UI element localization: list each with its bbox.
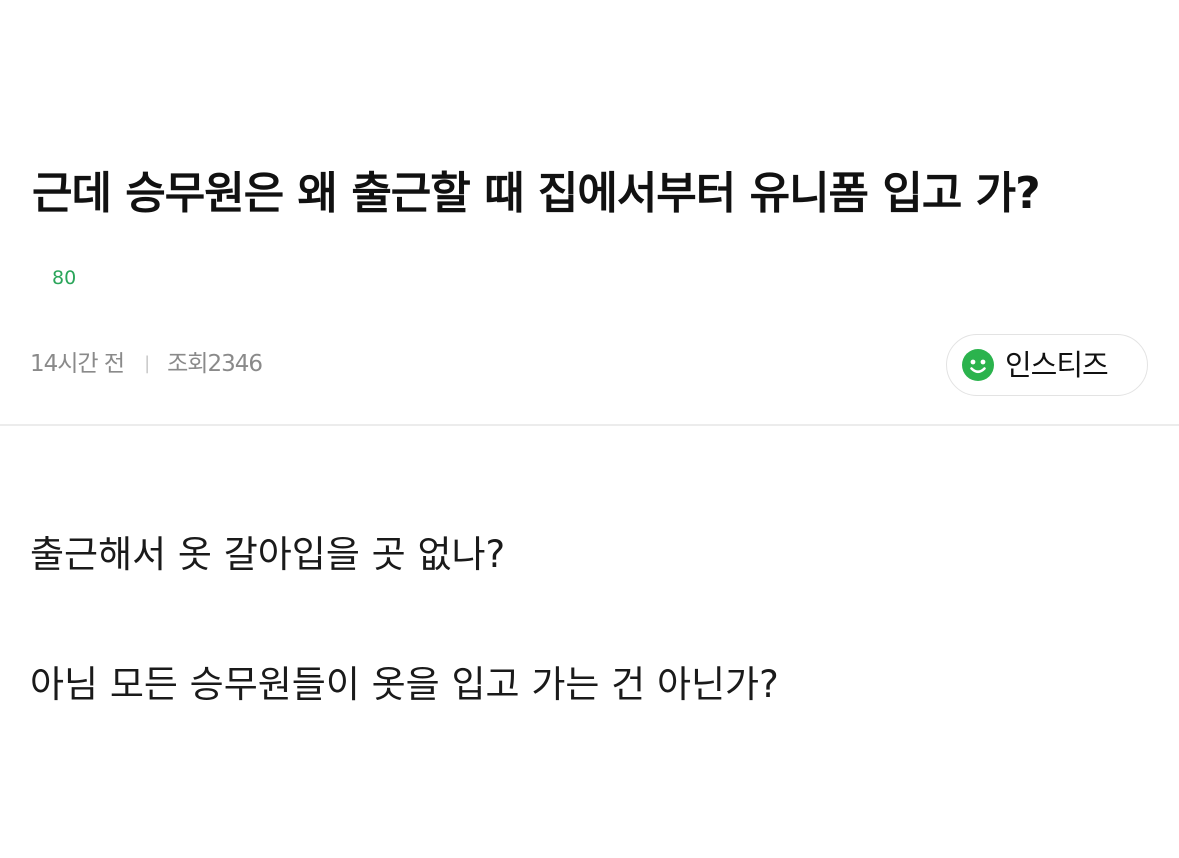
meta-separator: | bbox=[144, 353, 150, 374]
header-divider bbox=[0, 424, 1179, 426]
post-meta: 14시간 전 | 조회2346 bbox=[30, 346, 263, 382]
posted-time: 14시간 전 bbox=[30, 351, 125, 377]
community-name: 인스티즈 bbox=[1005, 348, 1109, 382]
views-label: 조회 bbox=[167, 351, 208, 377]
category-tag[interactable]: 80 bbox=[52, 264, 76, 292]
community-chip[interactable]: 인스티즈 bbox=[946, 334, 1148, 396]
body-line: 아님 모든 승무원들이 옷을 입고 가는 건 아닌가? bbox=[30, 663, 779, 706]
post-header: 근데 승무원은 왜 출근할 때 집에서부터 유니폼 입고 가? 80 14시간 … bbox=[0, 0, 1179, 424]
body-line: 출근해서 옷 갈아입을 곳 없나? bbox=[30, 533, 506, 576]
views-count: 2346 bbox=[207, 351, 263, 377]
post-title: 근데 승무원은 왜 출근할 때 집에서부터 유니폼 입고 가? bbox=[32, 168, 1041, 219]
post-body: 출근해서 옷 갈아입을 곳 없나? 아님 모든 승무원들이 옷을 입고 가는 건… bbox=[30, 520, 1150, 720]
smiley-icon bbox=[959, 346, 997, 384]
